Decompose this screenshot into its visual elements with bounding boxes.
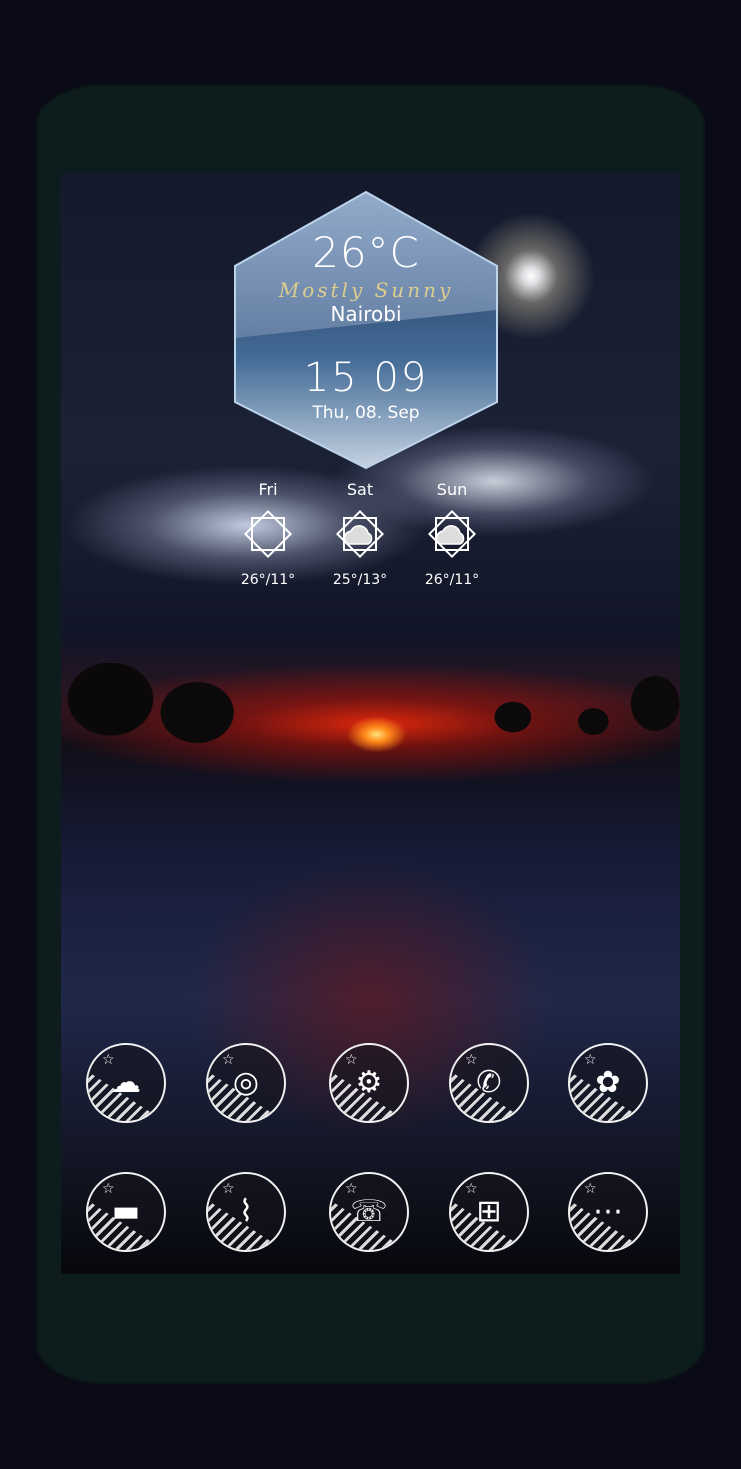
app-file-manager[interactable]: ☆ ▬ [86,1172,166,1252]
partly-cloudy-icon [427,509,477,559]
file-manager-icon: ▬ [111,1194,141,1229]
weather-cloud-icon: ☁ [111,1065,141,1100]
app-weather[interactable]: ☆ ☁ [86,1043,166,1123]
app-camera[interactable]: ☆ ◎ [206,1043,286,1123]
app-whatsapp[interactable]: ☆ ✆ [449,1043,529,1123]
clock-date: Thu, 08. Sep [312,403,420,423]
clock-time: 15 09 [303,355,429,401]
forecast-range: 26°/11° [240,572,296,588]
camera-icon: ◎ [232,1065,260,1100]
star-icon: ☆ [222,1181,235,1197]
cleaner-broom-icon: ⌇ [238,1194,254,1229]
current-temperature: 26°C [312,228,420,277]
forecast-day-1: Fri 26°/11° [228,480,308,588]
forecast-range: 25°/13° [332,572,388,588]
app-cleaner[interactable]: ☆ ⌇ [206,1172,286,1252]
settings-gears-icon: ⚙ [355,1065,383,1100]
partly-cloudy-icon [335,509,385,559]
forecast-range: 26°/11° [424,572,480,588]
forecast-day-label: Sun [436,480,468,499]
app-drawer-grid-icon: ⊞ [476,1194,502,1229]
weather-condition: Mostly Sunny [278,278,454,302]
wallpaper-treeline [61,663,680,753]
sunny-icon [243,509,293,559]
app-drawer[interactable]: ☆ ⊞ [449,1172,529,1252]
forecast-day-label: Sat [346,480,374,499]
weather-clock-widget[interactable]: 26°C Mostly Sunny Nairobi 15 09 Thu, 08.… [233,190,499,470]
flower-gallery-icon: ✿ [595,1065,621,1100]
forecast-day-2: Sat 25°/13° [320,480,400,588]
messages-icon: ⋯ [593,1194,623,1229]
home-screen: 26°C Mostly Sunny Nairobi 15 09 Thu, 08.… [61,173,680,1274]
forecast-day-label: Fri [258,480,278,499]
forecast-day-3: Sun 26°/11° [412,480,492,588]
phone-chat-icon: ✆ [476,1065,502,1100]
app-settings[interactable]: ☆ ⚙ [329,1043,409,1123]
app-dialer[interactable]: ☆ ☏ [329,1172,409,1252]
dialer-phone-icon: ☏ [350,1194,388,1229]
city-name: Nairobi [330,302,402,326]
app-messages[interactable]: ☆ ⋯ [568,1172,648,1252]
app-gallery[interactable]: ☆ ✿ [568,1043,648,1123]
